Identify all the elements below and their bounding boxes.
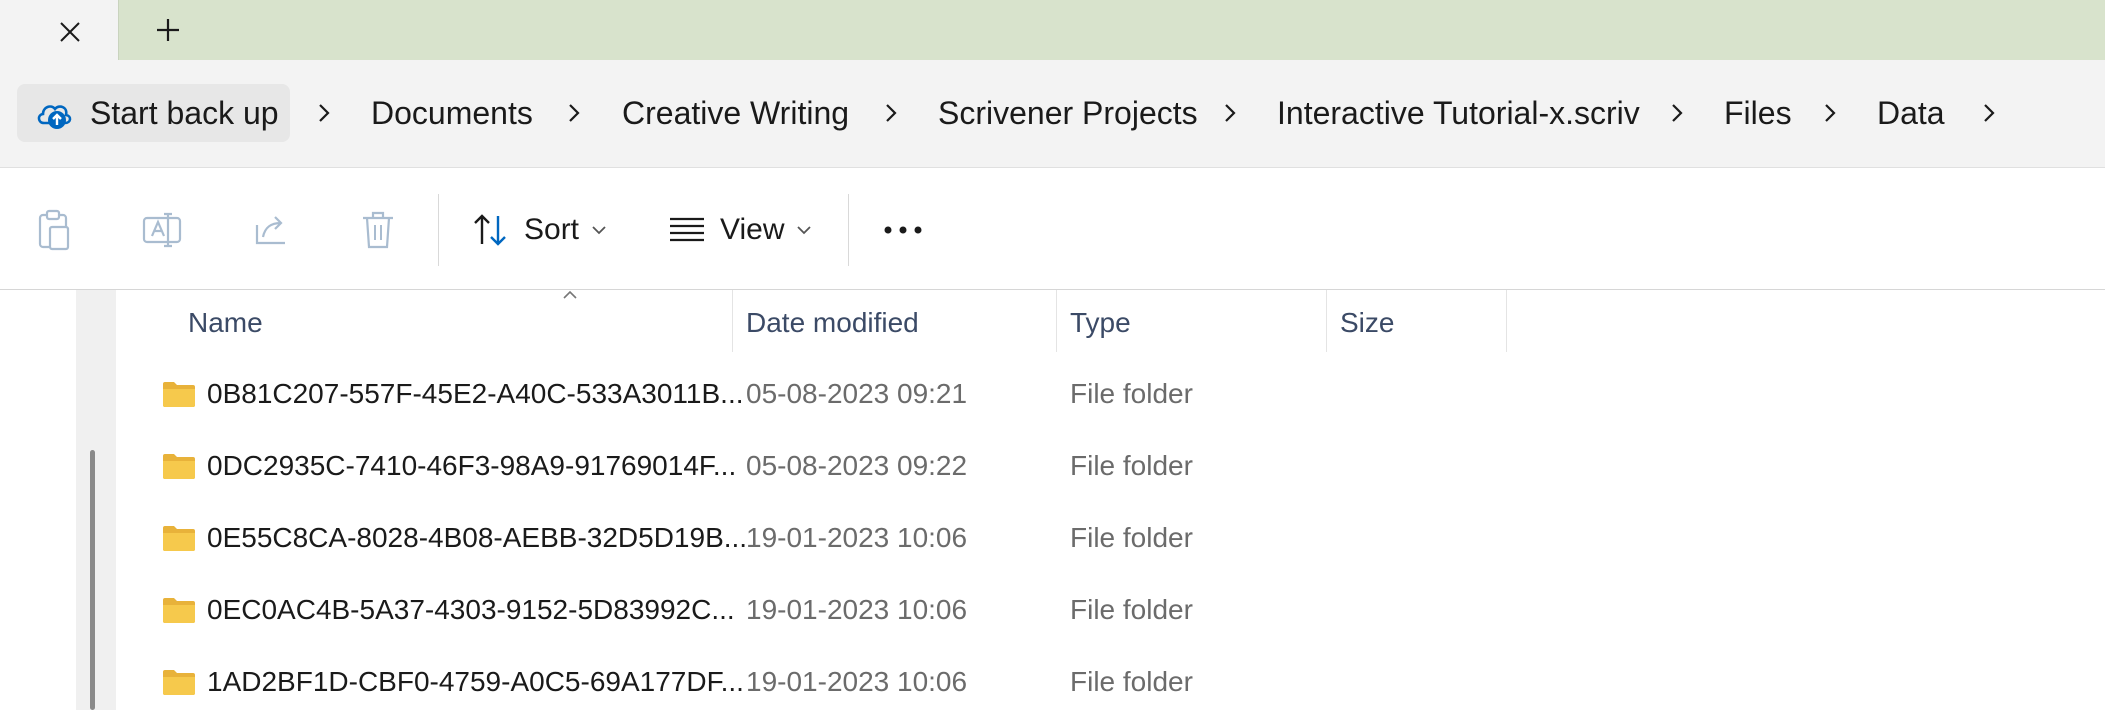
file-name: 0E55C8CA-8028-4B08-AEBB-32D5D19B... xyxy=(207,522,748,553)
more-options-icon[interactable] xyxy=(881,208,925,252)
navigation-pane xyxy=(76,290,116,710)
file-row[interactable]: 0E55C8CA-8028-4B08-AEBB-32D5D19B... 19-0… xyxy=(116,506,2105,578)
file-date: 19-01-2023 10:06 xyxy=(746,594,968,625)
file-type: File folder xyxy=(1070,522,1193,553)
column-divider[interactable] xyxy=(1506,290,1507,352)
file-date: 19-01-2023 10:06 xyxy=(746,666,968,697)
chevron-down-icon xyxy=(797,226,812,235)
file-date: 05-08-2023 09:22 xyxy=(746,450,968,481)
rename-icon[interactable] xyxy=(140,208,184,252)
chevron-down-icon xyxy=(592,226,606,235)
breadcrumb-home-label: Start back up xyxy=(90,95,279,131)
share-icon[interactable] xyxy=(250,208,294,252)
chevron-right-icon[interactable] xyxy=(1218,96,1242,130)
breadcrumb-home[interactable]: Start back up xyxy=(17,84,290,142)
file-name: 1AD2BF1D-CBF0-4759-A0C5-69A177DF... xyxy=(207,666,744,697)
cloud-sync-icon xyxy=(37,105,72,129)
file-type: File folder xyxy=(1070,378,1193,409)
column-divider[interactable] xyxy=(1326,290,1327,352)
breadcrumb-item-interactive-tutorial[interactable]: Interactive Tutorial-x.scriv xyxy=(1277,94,1640,132)
column-divider[interactable] xyxy=(732,290,733,352)
folder-icon xyxy=(163,526,195,551)
breadcrumb-item-documents[interactable]: Documents xyxy=(371,94,533,132)
chevron-right-icon[interactable] xyxy=(1665,96,1689,130)
column-header-type[interactable]: Type xyxy=(1070,290,1320,356)
file-row[interactable]: 0EC0AC4B-5A37-4303-9152-5D83992C... 19-0… xyxy=(116,578,2105,650)
folder-icon xyxy=(163,382,195,407)
breadcrumb-item-scrivener-projects[interactable]: Scrivener Projects xyxy=(938,94,1198,132)
file-date: 19-01-2023 10:06 xyxy=(746,522,968,553)
close-icon[interactable] xyxy=(50,12,90,52)
file-row[interactable]: 1AD2BF1D-CBF0-4759-A0C5-69A177DF... 19-0… xyxy=(116,650,2105,710)
file-name: 0DC2935C-7410-46F3-98A9-91769014F... xyxy=(207,450,737,481)
chevron-right-icon[interactable] xyxy=(312,96,336,130)
tab-strip xyxy=(0,0,2105,60)
view-label: View xyxy=(720,213,785,246)
plus-icon[interactable] xyxy=(148,10,188,50)
column-header-name[interactable]: Name xyxy=(188,290,668,356)
chevron-right-icon[interactable] xyxy=(1818,96,1842,130)
file-name: 0B81C207-557F-45E2-A40C-533A3011B... xyxy=(207,378,744,409)
folder-icon xyxy=(163,670,195,695)
view-button[interactable]: View xyxy=(668,205,812,255)
column-header-row: Name Date modified Type Size xyxy=(116,290,2105,356)
breadcrumb-item-files[interactable]: Files xyxy=(1724,94,1792,132)
column-header-date[interactable]: Date modified xyxy=(746,290,1046,356)
column-header-size[interactable]: Size xyxy=(1340,290,1500,356)
chevron-right-icon[interactable] xyxy=(879,96,903,130)
breadcrumb-item-data[interactable]: Data xyxy=(1877,94,1945,132)
sort-icon xyxy=(474,214,506,246)
sort-label: Sort xyxy=(524,213,580,246)
toolbar-divider xyxy=(438,194,439,266)
column-divider[interactable] xyxy=(1056,290,1057,352)
delete-icon[interactable] xyxy=(356,208,400,252)
column-header-date-label: Date modified xyxy=(746,307,919,338)
chevron-right-icon[interactable] xyxy=(1977,96,2001,130)
file-date: 05-08-2023 09:21 xyxy=(746,378,968,409)
navigation-scrollbar[interactable] xyxy=(90,450,95,710)
file-row[interactable]: 0B81C207-557F-45E2-A40C-533A3011B... 05-… xyxy=(116,362,2105,434)
file-type: File folder xyxy=(1070,450,1193,481)
breadcrumb-item-creative-writing[interactable]: Creative Writing xyxy=(622,94,849,132)
folder-icon xyxy=(163,598,195,623)
column-header-size-label: Size xyxy=(1340,307,1395,338)
toolbar-divider xyxy=(848,194,849,266)
column-header-name-label: Name xyxy=(188,307,263,338)
folder-icon xyxy=(163,454,195,479)
sort-button[interactable]: Sort xyxy=(472,205,607,255)
column-header-type-label: Type xyxy=(1070,307,1131,338)
file-type: File folder xyxy=(1070,666,1193,697)
file-type: File folder xyxy=(1070,594,1193,625)
active-tab[interactable] xyxy=(0,0,119,60)
command-bar xyxy=(0,168,2105,290)
view-icon xyxy=(670,217,704,242)
file-name: 0EC0AC4B-5A37-4303-9152-5D83992C... xyxy=(207,594,735,625)
chevron-right-icon[interactable] xyxy=(562,96,586,130)
file-row[interactable]: 0DC2935C-7410-46F3-98A9-91769014F... 05-… xyxy=(116,434,2105,506)
paste-icon[interactable] xyxy=(32,208,76,252)
file-explorer-window: Start back up Documents Creative Writing… xyxy=(0,0,2105,710)
